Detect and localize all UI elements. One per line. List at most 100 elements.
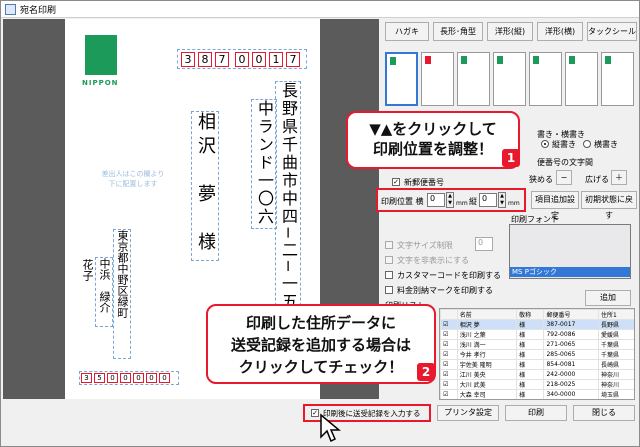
row-name: 相沢 夢 [456, 319, 518, 330]
sender-postal-digit: 0 [133, 373, 144, 383]
row-address: 千葉県 [597, 349, 634, 360]
vertical-radio[interactable] [541, 140, 549, 148]
vertical-radio-label: 縦書き [552, 140, 576, 149]
sender-name[interactable]: 中浜 緑介 [95, 257, 113, 327]
template-thumb[interactable] [421, 52, 454, 106]
mm-unit: mm [456, 200, 468, 207]
table-row[interactable]: ☑ 浅川 之葉 様 792-0086 愛媛県 [440, 329, 634, 340]
position-x-input[interactable]: 0 [427, 193, 445, 207]
row-name: 大森 幸司 [456, 389, 518, 399]
add-button[interactable]: 追加 [585, 290, 631, 306]
row-address: 神奈川 [597, 379, 634, 390]
callout-2-line-3: クリックしてチェック！ [238, 358, 404, 376]
nippon-logo-text: NIPPON [82, 79, 119, 87]
row-honorific: 様 [516, 369, 545, 380]
header-postal: 郵便番号 [543, 309, 599, 320]
customer-code-checkbox[interactable] [385, 271, 393, 279]
row-postal: 271-0065 [543, 339, 599, 350]
address-line-1[interactable]: 長野県千曲市中四−二−一五 [275, 81, 301, 341]
row-check[interactable]: ☑ [440, 359, 458, 370]
table-row[interactable]: ☑ 江川 美央 様 242-0000 神奈川 [440, 369, 634, 380]
sender-postal-digit: 0 [146, 373, 157, 383]
postcard-type-button[interactable]: ハガキ [385, 22, 429, 41]
print-button[interactable]: 印刷 [505, 405, 567, 421]
print-list-table: 名前 敬称 郵便番号 住所1 ☑ 相沢 夢 様 387-0017 長野県 ☑ 浅… [439, 308, 635, 400]
callout-2: 印刷した住所データに 送受記録を追加する場合は クリックしてチェック！ [206, 304, 436, 384]
new-postal-checkbox[interactable]: ✓ [392, 178, 400, 186]
header-address: 住所1 [597, 309, 634, 320]
western-vertical-button[interactable]: 洋形(縦) [487, 22, 533, 41]
table-header: 名前 敬称 郵便番号 住所1 [440, 309, 634, 320]
row-honorific: 様 [516, 319, 545, 330]
template-thumb[interactable] [565, 52, 598, 106]
row-name: 江川 美央 [456, 369, 518, 380]
fit-text-checkbox[interactable] [385, 241, 393, 249]
horizontal-radio-label: 横書き [594, 140, 618, 149]
table-row[interactable]: ☑ 大森 幸司 様 340-0000 埼玉県 [440, 389, 634, 399]
font-list-item-selected[interactable]: MS Pゴシック [510, 267, 630, 277]
fit-text-label: 文字サイズ制限 [397, 241, 453, 250]
printer-settings-button[interactable]: プリンタ設定 [437, 405, 499, 421]
close-button[interactable]: 閉じる [573, 405, 635, 421]
table-row[interactable]: ☑ 浅川 満一 様 271-0065 千葉県 [440, 339, 634, 350]
vertical-offset-label: 縦 [469, 197, 477, 206]
font-list[interactable]: MS Pゴシック [509, 224, 631, 279]
table-row[interactable]: ☑ 大川 武美 様 218-0025 神奈川 [440, 379, 634, 390]
row-check[interactable]: ☑ [440, 319, 458, 330]
template-thumb[interactable] [493, 52, 526, 106]
title-bar: 宛名印刷 [1, 1, 639, 18]
horizontal-radio[interactable] [583, 140, 591, 148]
sender-placeholder-line-1: 差出人はこの欄より [101, 170, 165, 178]
row-address: 長野県 [597, 319, 634, 330]
row-check[interactable]: ☑ [440, 329, 458, 340]
sender-address[interactable]: 東京都中野区緑町 [113, 229, 131, 359]
row-postal: 792-0086 [543, 329, 599, 340]
sender-postal-box[interactable]: 3500000 [79, 371, 179, 385]
narrow-label: 狭める [529, 175, 553, 184]
address-line-2[interactable]: 中ランド一〇六 [251, 99, 277, 229]
postal-digit: 3 [181, 52, 195, 67]
sender-postal-digit: 0 [159, 373, 170, 383]
table-row[interactable]: ☑ 相沢 夢 様 387-0017 長野県 [440, 319, 634, 330]
fit-size-input[interactable]: 0 [475, 237, 493, 251]
tack-seal-button[interactable]: タックシール [587, 22, 637, 41]
row-postal: 285-0065 [543, 349, 599, 360]
western-horizontal-button[interactable]: 洋形(横) [537, 22, 583, 41]
row-check[interactable]: ☑ [440, 379, 458, 390]
narrow-button[interactable]: − [556, 170, 572, 185]
postal-code-box[interactable]: 3 8 7 0 0 1 7 [177, 49, 307, 69]
postal-digit: 8 [198, 52, 212, 67]
template-thumb[interactable] [385, 52, 418, 106]
row-name: 大川 武美 [456, 379, 518, 390]
position-x-spinner[interactable]: ▲ ▼ [446, 192, 454, 208]
row-address: 神奈川 [597, 369, 634, 380]
row-check[interactable]: ☑ [440, 369, 458, 380]
add-item-settings-button[interactable]: 項目追加設定 [531, 191, 579, 220]
row-check[interactable]: ☑ [440, 349, 458, 360]
table-row[interactable]: ☑ 今井 孝行 様 285-0065 千葉県 [440, 349, 634, 360]
postal-digit: 1 [269, 52, 283, 67]
postal-digit: 0 [235, 52, 249, 67]
template-thumb[interactable] [529, 52, 562, 106]
reset-defaults-button[interactable]: 初期状態に戻す [581, 191, 637, 220]
template-thumb[interactable] [601, 52, 634, 106]
postage-mark-checkbox[interactable] [385, 286, 393, 294]
row-postal: 854-0081 [543, 359, 599, 370]
row-check[interactable]: ☑ [440, 389, 458, 399]
recipient-name[interactable]: 相沢 夢 様 [191, 111, 219, 261]
record-checkbox[interactable]: ✓ [311, 409, 319, 417]
callout-2-line-1: 印刷した住所データに [245, 314, 396, 332]
row-postal: 387-0017 [543, 319, 599, 330]
table-row[interactable]: ☑ 宇佐美 隆明 様 854-0081 長崎県 [440, 359, 634, 370]
hide-text-checkbox[interactable] [385, 256, 393, 264]
position-y-input[interactable]: 0 [479, 193, 497, 207]
postal-digit: 0 [252, 52, 266, 67]
template-thumb[interactable] [457, 52, 490, 106]
row-honorific: 様 [516, 339, 545, 350]
widen-button[interactable]: ＋ [611, 170, 627, 185]
row-check[interactable]: ☑ [440, 339, 458, 350]
position-y-spinner[interactable]: ▲ ▼ [498, 192, 506, 208]
row-honorific: 様 [516, 379, 545, 390]
long-envelope-button[interactable]: 長形･角型 [433, 22, 483, 41]
postage-stamp-logo [85, 35, 117, 75]
